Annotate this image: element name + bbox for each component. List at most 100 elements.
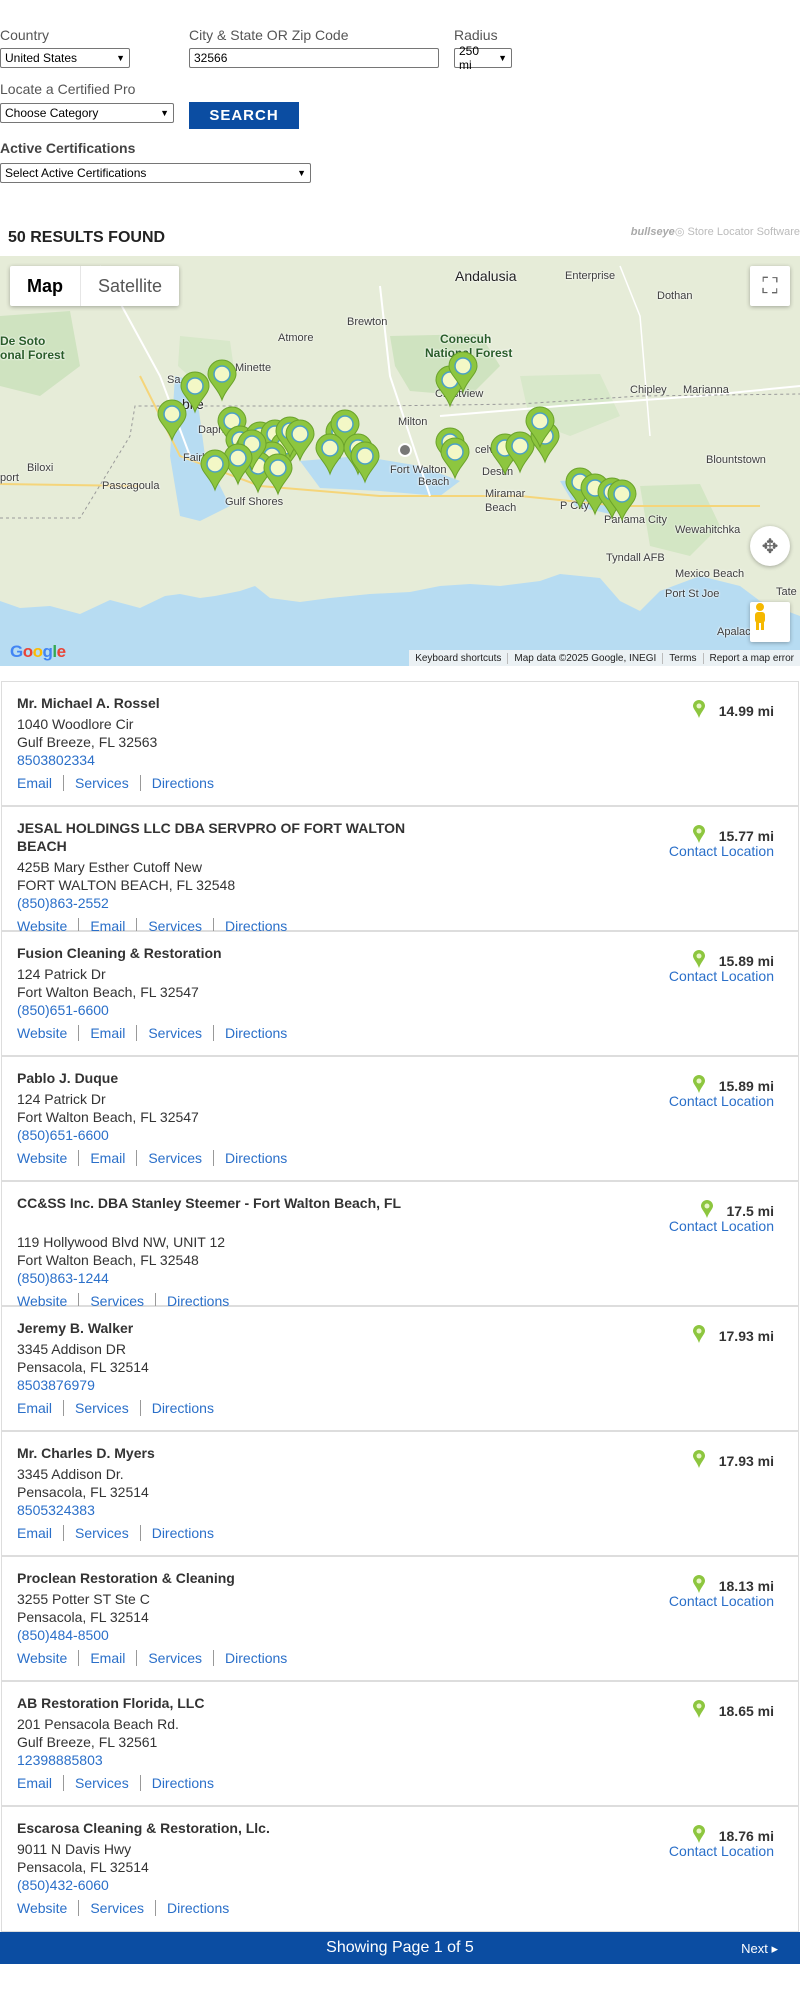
- directions-link[interactable]: Directions: [155, 1900, 240, 1916]
- target-icon: ◎: [674, 226, 685, 238]
- directions-link[interactable]: Directions: [139, 1775, 225, 1791]
- map-pin-icon[interactable]: [200, 449, 230, 492]
- contact-location-link[interactable]: Contact Location: [669, 1843, 774, 1859]
- satellite-tab[interactable]: Satellite: [81, 266, 179, 306]
- result-distance-value: 15.77 mi: [718, 827, 774, 844]
- city-input[interactable]: 32566: [189, 48, 439, 68]
- radius-label: Radius: [454, 27, 498, 43]
- result-phone[interactable]: 8505324383: [17, 1502, 95, 1518]
- result-city: Pensacola, FL 32514: [17, 1484, 149, 1500]
- chevron-down-icon: ▼: [116, 53, 125, 63]
- result-city: Fort Walton Beach, FL 32547: [17, 1109, 199, 1125]
- directions-link[interactable]: Directions: [139, 1525, 225, 1541]
- result-distance-value: 18.13 mi: [718, 1577, 774, 1594]
- result-address: 124 Patrick Dr: [17, 1091, 106, 1107]
- report-error-link[interactable]: Report a map error: [702, 652, 800, 664]
- radius-select[interactable]: 250 mi ▼: [454, 44, 512, 72]
- camera-control-icon[interactable]: ✥: [750, 526, 790, 566]
- keyboard-shortcuts-link[interactable]: Keyboard shortcuts: [409, 653, 507, 664]
- email-link[interactable]: Email: [17, 1525, 63, 1541]
- services-link[interactable]: Services: [63, 1525, 140, 1541]
- map-pin-icon[interactable]: [263, 453, 293, 496]
- result-card: Proclean Restoration & Cleaning 3255 Pot…: [1, 1556, 799, 1681]
- result-card: Fusion Cleaning & Restoration 124 Patric…: [1, 931, 799, 1056]
- result-phone[interactable]: 8503876979: [17, 1377, 95, 1393]
- email-link[interactable]: Email: [17, 775, 63, 791]
- contact-location-link[interactable]: Contact Location: [669, 968, 774, 984]
- map-pin-icon[interactable]: [505, 431, 535, 474]
- certifications-select-value: Select Active Certifications: [5, 166, 147, 180]
- result-phone[interactable]: (850)484-8500: [17, 1627, 109, 1643]
- map-pin-icon[interactable]: [315, 433, 345, 476]
- result-distance-value: 15.89 mi: [718, 1077, 774, 1094]
- result-phone[interactable]: (850)863-2552: [17, 895, 109, 911]
- certifications-select[interactable]: Select Active Certifications ▼: [0, 163, 311, 183]
- services-link[interactable]: Services: [63, 1775, 140, 1791]
- result-links: Email Services Directions: [17, 1775, 225, 1791]
- website-link[interactable]: Website: [17, 1900, 78, 1916]
- bullseye-credit[interactable]: bullseye◎ Store Locator Software: [631, 225, 800, 238]
- services-link[interactable]: Services: [136, 1150, 213, 1166]
- contact-location-link[interactable]: Contact Location: [669, 1093, 774, 1109]
- services-link[interactable]: Services: [136, 1025, 213, 1041]
- map-pin-icon[interactable]: [440, 437, 470, 480]
- result-address: 1040 Woodlore Cir: [17, 716, 134, 732]
- directions-link[interactable]: Directions: [139, 1400, 225, 1416]
- search-button[interactable]: SEARCH: [189, 102, 299, 129]
- location-pin-icon: [692, 1700, 705, 1721]
- result-links: Website Email Services Directions: [17, 1650, 298, 1666]
- email-link[interactable]: Email: [17, 1400, 63, 1416]
- result-phone[interactable]: 12398885803: [17, 1752, 103, 1768]
- directions-link[interactable]: Directions: [139, 775, 225, 791]
- result-name: Proclean Restoration & Cleaning: [17, 1570, 235, 1586]
- map-pin-icon[interactable]: [157, 399, 187, 442]
- services-link[interactable]: Services: [63, 775, 140, 791]
- country-select[interactable]: United States ▼: [0, 48, 130, 68]
- services-link[interactable]: Services: [63, 1400, 140, 1416]
- map-pin-icon[interactable]: [180, 371, 210, 414]
- result-distance-value: 17.5 mi: [726, 1202, 774, 1219]
- map-type-control: Map Satellite: [10, 266, 180, 306]
- directions-link[interactable]: Directions: [213, 1650, 298, 1666]
- map-tab[interactable]: Map: [10, 266, 81, 306]
- result-address: 3345 Addison Dr.: [17, 1466, 124, 1482]
- result-name: Mr. Charles D. Myers: [17, 1445, 155, 1461]
- directions-link[interactable]: Directions: [213, 1150, 298, 1166]
- map-pins: [157, 351, 637, 522]
- pegman-icon[interactable]: [750, 602, 790, 642]
- services-link[interactable]: Services: [136, 1650, 213, 1666]
- email-link[interactable]: Email: [78, 1025, 136, 1041]
- result-phone[interactable]: (850)651-6600: [17, 1002, 109, 1018]
- website-link[interactable]: Website: [17, 1650, 78, 1666]
- email-link[interactable]: Email: [78, 1650, 136, 1666]
- result-card: Jeremy B. Walker 3345 Addison DR Pensaco…: [1, 1306, 799, 1431]
- website-link[interactable]: Website: [17, 1150, 78, 1166]
- next-page-button[interactable]: Next ▸: [741, 1941, 778, 1957]
- result-phone[interactable]: (850)651-6600: [17, 1127, 109, 1143]
- map-pin-icon[interactable]: [207, 359, 237, 402]
- services-link[interactable]: Services: [78, 1900, 155, 1916]
- result-phone[interactable]: 8503802334: [17, 752, 95, 768]
- result-name: Pablo J. Duque: [17, 1070, 119, 1086]
- result-card: Mr. Michael A. Rossel 1040 Woodlore Cir …: [1, 681, 799, 806]
- category-select[interactable]: Choose Category ▼: [0, 103, 174, 123]
- chevron-down-icon: ▼: [498, 53, 507, 63]
- map[interactable]: Andalusia Enterprise Dothan Atmore Brewt…: [0, 256, 800, 666]
- result-address: 119 Hollywood Blvd NW, UNIT 12: [17, 1234, 226, 1250]
- email-link[interactable]: Email: [17, 1775, 63, 1791]
- contact-location-link[interactable]: Contact Location: [669, 843, 774, 859]
- terms-link[interactable]: Terms: [662, 652, 702, 664]
- directions-link[interactable]: Directions: [213, 1025, 298, 1041]
- contact-location-link[interactable]: Contact Location: [669, 1218, 774, 1234]
- email-link[interactable]: Email: [78, 1150, 136, 1166]
- result-phone[interactable]: (850)863-1244: [17, 1270, 109, 1286]
- map-pin-icon[interactable]: [350, 441, 380, 484]
- result-city: Fort Walton Beach, FL 32548: [17, 1252, 199, 1268]
- website-link[interactable]: Website: [17, 1025, 78, 1041]
- result-links: Email Services Directions: [17, 775, 225, 791]
- chevron-down-icon: ▼: [297, 168, 306, 178]
- fullscreen-icon[interactable]: ⛶: [750, 266, 790, 306]
- result-phone[interactable]: (850)432-6060: [17, 1877, 109, 1893]
- country-select-value: United States: [5, 51, 78, 65]
- contact-location-link[interactable]: Contact Location: [669, 1593, 774, 1609]
